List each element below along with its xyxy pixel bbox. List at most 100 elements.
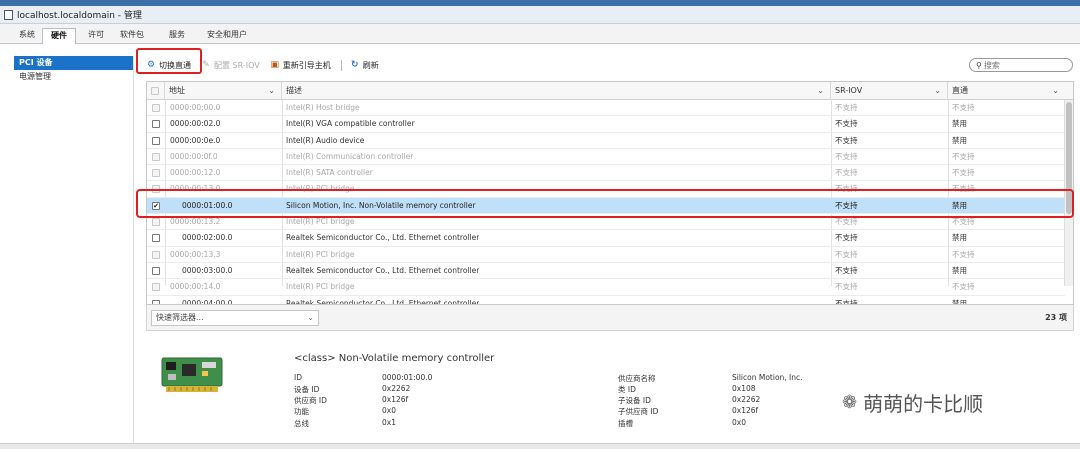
tab-services[interactable]: 服务 [160,28,194,44]
cell-address: 0000:02:00.0 [182,233,233,243]
detail-value: 0x2262 [382,384,411,393]
window-icon [4,9,13,20]
table-row[interactable]: 0000:00:00.0 Intel(R) Host bridge 不支持 不支持 [147,100,1065,117]
cell-description: Intel(R) Audio device [286,135,365,145]
table-row[interactable]: 0000:00:0f.0 Intel(R) Communication contr… [147,149,1065,166]
detail-key: 插槽 [618,419,633,428]
device-class-title: <class> Non-Volatile memory controller [294,353,495,364]
table-row[interactable]: 0000:00:14.0 Intel(R) PCI bridge 不支持 不支持 [147,279,1065,296]
row-checkbox [152,104,160,112]
detail-key: 子设备 ID [618,396,651,405]
table-row[interactable]: 0000:02:00.0 Realtek Semiconductor Co., L… [147,230,1065,247]
row-checkbox[interactable] [152,234,160,243]
row-checkbox [152,283,160,292]
table-row[interactable]: 0000:00:13.3 Intel(R) PCI bridge 不支持 不支持 [147,247,1065,263]
cell-sriov: 不支持 [835,119,858,129]
quick-filter-dropdown[interactable]: 快速筛选器... ⌄ [151,310,319,326]
cell-address: 0000:00:14.0 [170,282,221,292]
refresh-label: 刷新 [362,60,379,70]
table-row[interactable]: 0000:03:00.0 Realtek Semiconductor Co., L… [147,263,1065,280]
column-header-address[interactable]: 地址 ⌄ [165,82,282,100]
detail-key: ID [294,373,302,382]
tab-license[interactable]: 许可 [80,28,112,44]
cell-sriov: 不支持 [835,135,858,145]
configure-sriov-button[interactable]: ✎ 配置 SR-IOV [201,60,260,71]
refresh-icon: ↻ [350,60,359,70]
quick-filter-label: 快速筛选器... [156,313,204,322]
row-checkbox[interactable] [152,266,160,275]
annotation-highlight-row [136,189,1074,218]
cell-address: 0000:00:02.0 [170,119,221,129]
cell-sriov: 不支持 [835,103,858,112]
cell-description: Intel(R) PCI bridge [286,282,355,292]
refresh-button[interactable]: ↻ 刷新 [350,60,379,71]
detail-key: 功能 [294,407,309,416]
column-header-address-label: 地址 [169,86,185,95]
cell-description: Intel(R) Host bridge [286,103,360,112]
detail-key: 供应商名称 [618,374,656,383]
toolbar-divider [340,59,342,71]
chevron-down-icon: ⌄ [817,86,824,95]
column-header-passthrough[interactable]: 直通 ⌄ [948,82,1065,100]
chevron-down-icon: ⌄ [307,313,314,322]
cell-description: Realtek Semiconductor Co., Ltd. Ethernet… [286,298,480,305]
detail-value: 0x2262 [732,395,761,404]
row-checkbox [152,250,160,259]
column-header-sriov[interactable]: SR-IOV ⌄ [831,82,948,100]
search-box[interactable]: ⚲ [969,58,1073,72]
configure-sriov-label: 配置 SR-IOV [214,60,260,70]
column-header-sriov-label: SR-IOV [835,86,863,95]
row-checkbox[interactable] [152,136,160,145]
detail-value: 0x108 [732,384,756,393]
reboot-host-button[interactable]: ▣ 重新引导主机 [270,60,330,71]
cell-address: 0000:00:12.0 [170,168,221,178]
cell-passthrough: 禁用 [952,135,967,145]
cell-description: Realtek Semiconductor Co., Ltd. Ethernet… [286,233,480,243]
cell-sriov: 不支持 [835,151,858,161]
column-header-description[interactable]: 描述 ⌄ [282,82,831,100]
detail-key: 设备 ID [294,385,320,394]
cell-address: 0000:03:00.0 [182,265,233,275]
table-row[interactable]: 0000:00:02.0 Intel(R) VGA compatible cont… [147,116,1065,133]
sidebar: PCI 设备 电源管理 [14,56,134,444]
cell-passthrough: 禁用 [952,233,967,243]
watermark-text: 萌萌的卡比顺 [863,392,984,416]
detail-value: 0000:01:00.0 [382,373,433,382]
tab-hardware[interactable]: 硬件 [42,28,76,44]
pci-card-icon [161,357,223,392]
table-row[interactable]: 0000:04:00.0 Realtek Semiconductor Co., L… [147,296,1065,305]
cell-sriov: 不支持 [835,298,858,305]
sidebar-item-pci-devices[interactable]: PCI 设备 [14,56,133,70]
cell-passthrough: 不支持 [952,282,975,292]
cell-passthrough: 不支持 [952,249,975,259]
chevron-down-icon: ⌄ [934,86,941,95]
column-header-passthrough-label: 直通 [952,86,968,95]
item-count: 23 项 [1045,313,1067,322]
row-checkbox[interactable] [152,120,160,129]
table-row[interactable]: 0000:00:0e.0 Intel(R) Audio device 不支持 禁用 [147,133,1065,149]
detail-key: 子供应商 ID [618,407,659,416]
cell-sriov: 不支持 [835,249,858,259]
watermark: ❁ 萌萌的卡比顺 [842,388,983,417]
tab-system[interactable]: 系统 [12,28,42,44]
window-titlebar: localhost.localdomain - 管理 [0,6,1080,24]
cell-description: Intel(R) VGA compatible controller [286,119,415,129]
tab-security-users[interactable]: 安全和用户 [202,28,252,44]
select-all-checkbox[interactable] [151,87,159,95]
table-row[interactable]: 0000:00:12.0 Intel(R) SATA controller 不支持 不… [147,165,1065,182]
cell-passthrough: 不支持 [952,103,975,112]
cell-address: 0000:04:00.0 [182,298,233,305]
column-header-description-label: 描述 [286,86,302,95]
search-input[interactable] [983,60,1062,70]
detail-value: 0x126f [382,395,409,404]
cell-address: 0000:00:00.0 [170,103,221,112]
header-select-all[interactable] [147,82,165,100]
sidebar-item-power-management[interactable]: 电源管理 [14,70,133,84]
cell-passthrough: 禁用 [952,119,967,129]
bottom-status-bar [0,443,1080,449]
tab-packages[interactable]: 软件包 [112,28,152,44]
cell-sriov: 不支持 [835,282,858,292]
table-header: 地址 ⌄ 描述 ⌄ SR-IOV ⌄ 直通 ⌄ [147,82,1073,100]
table-footer: 快速筛选器... ⌄ 23 项 [146,305,1074,331]
detail-value: 0x126f [732,406,759,415]
